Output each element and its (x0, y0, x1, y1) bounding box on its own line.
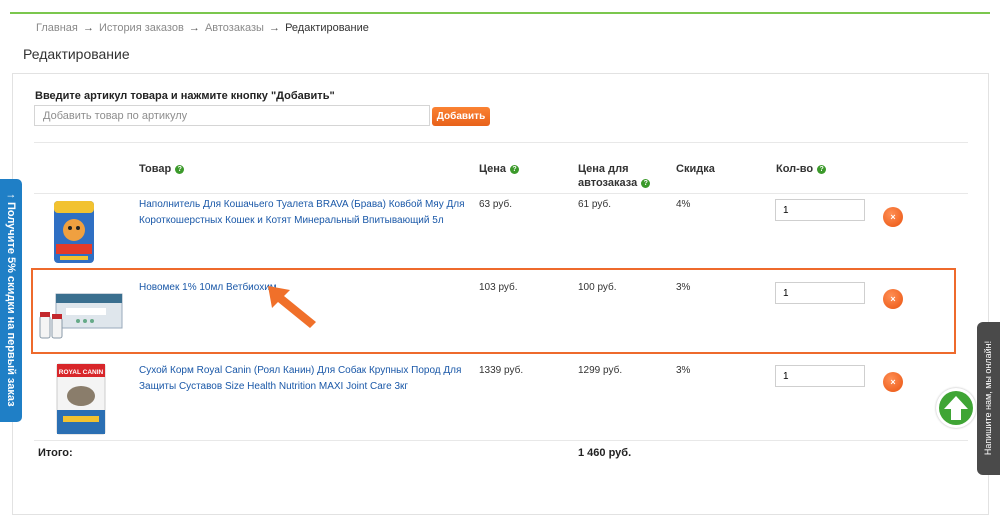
remove-item-button[interactable]: × (883, 207, 903, 227)
arrow-up-circle-icon (944, 396, 968, 420)
table-footer-divider (34, 440, 968, 441)
breadcrumb-separator: → (269, 22, 281, 34)
quantity-input[interactable] (775, 365, 865, 387)
table-divider (34, 142, 968, 143)
price-value: 63 руб. (479, 199, 512, 210)
column-header-autoorder-price: Цена для автозаказа? (578, 162, 651, 190)
column-header-price: Цена? (479, 162, 520, 176)
total-value: 1 460 руб. (578, 447, 632, 459)
autoorder-price-value: 61 руб. (578, 199, 611, 210)
cat-litter-bag-image[interactable] (50, 198, 98, 266)
question-circle-icon[interactable]: ? (510, 164, 520, 174)
question-circle-icon[interactable]: ? (817, 164, 827, 174)
add-button[interactable]: Добавить (432, 107, 490, 126)
scroll-to-top-button[interactable] (936, 388, 976, 428)
discount-value: 4% (676, 199, 691, 210)
column-header-quantity-label: Кол-во (776, 163, 814, 175)
column-header-autoorder-price-line1: Цена для (578, 163, 629, 175)
product-link[interactable]: Сухой Корм Royal Canin (Роял Канин) Для … (139, 363, 469, 395)
column-header-product: Товар? (139, 162, 185, 176)
royal-canin-logo-text: ROYAL CANIN (59, 369, 104, 376)
highlight-frame (31, 268, 956, 354)
chat-tab-label[interactable]: Напишите нам, мы онлайн! (983, 341, 993, 455)
price-value: 1339 руб. (479, 365, 524, 376)
column-header-autoorder-price-line2: автозаказа (578, 177, 638, 189)
breadcrumb-separator: → (82, 22, 94, 34)
dog-food-bag-image[interactable]: ROYAL CANIN (55, 362, 107, 436)
promo-tab-label[interactable]: ↑ Получите 5% скидки на первый заказ (5, 193, 17, 406)
column-header-product-label: Товар (139, 163, 172, 175)
top-divider-line (10, 12, 990, 14)
question-circle-icon[interactable]: ? (175, 164, 185, 174)
breadcrumb-item-home[interactable]: Главная (36, 22, 78, 34)
breadcrumb-separator: → (188, 22, 200, 34)
table-row-divider (34, 193, 968, 194)
column-header-quantity: Кол-во? (776, 162, 827, 176)
breadcrumb-item-autoorders[interactable]: Автозаказы (205, 22, 264, 34)
column-header-discount: Скидка (676, 163, 715, 175)
orange-arrow-pointer-icon (268, 286, 316, 328)
breadcrumb-item-order-history[interactable]: История заказов (99, 22, 184, 34)
discount-value: 3% (676, 365, 691, 376)
total-label: Итого: (38, 447, 73, 459)
add-item-label: Введите артикул товара и нажмите кнопку … (35, 90, 335, 102)
page-title: Редактирование (23, 46, 130, 62)
quantity-input[interactable] (775, 199, 865, 221)
column-header-price-label: Цена (479, 163, 507, 175)
breadcrumb-current: Редактирование (285, 22, 369, 34)
article-input[interactable] (34, 105, 430, 126)
remove-item-button[interactable]: × (883, 372, 903, 392)
autoorder-price-value: 1299 руб. (578, 365, 623, 376)
product-link[interactable]: Наполнитель Для Кошачьего Туалета BRAVA … (139, 197, 469, 229)
breadcrumb: Главная → История заказов → Автозаказы →… (36, 22, 369, 34)
question-circle-icon[interactable]: ? (641, 178, 651, 188)
